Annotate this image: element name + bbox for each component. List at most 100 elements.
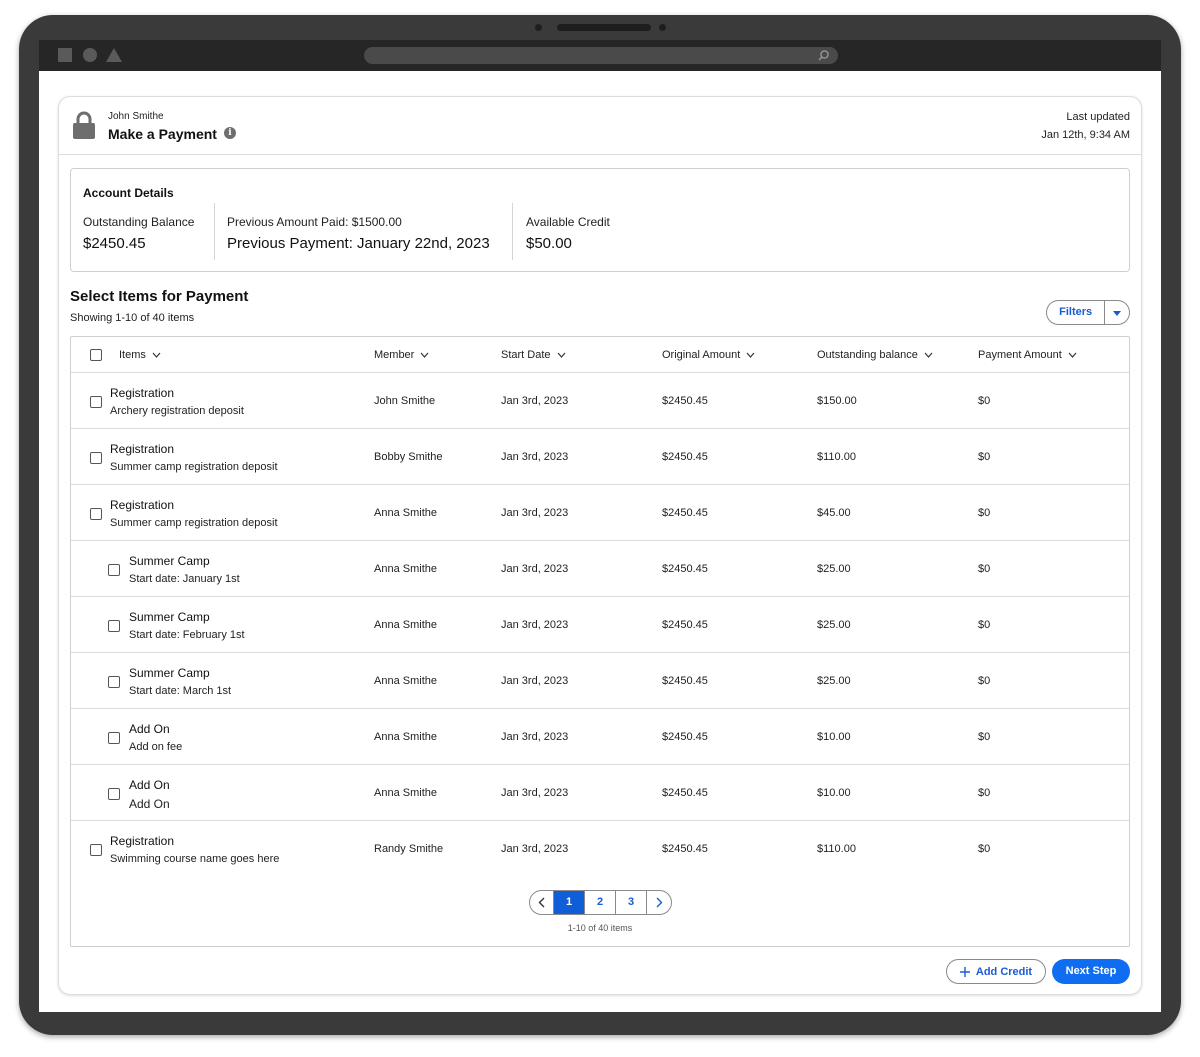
- next-page-button[interactable]: [647, 891, 671, 914]
- table-row[interactable]: Summer Camp Start date: March 1st Anna S…: [71, 653, 1129, 709]
- table-row[interactable]: Add On Add On Anna Smithe Jan 3rd, 2023 …: [71, 765, 1129, 821]
- original-amount-cell: $2450.45: [662, 731, 708, 743]
- table-row[interactable]: Add On Add on fee Anna Smithe Jan 3rd, 2…: [71, 709, 1129, 765]
- row-checkbox[interactable]: [108, 620, 120, 632]
- available-credit-value: $50.00: [526, 235, 572, 252]
- camera-dot: [535, 24, 542, 31]
- prev-page-button[interactable]: [530, 891, 554, 914]
- member-cell: Anna Smithe: [374, 507, 437, 519]
- original-amount-cell: $2450.45: [662, 563, 708, 575]
- search-icon[interactable]: [817, 49, 830, 62]
- original-amount-cell: $2450.45: [662, 619, 708, 631]
- table-row[interactable]: Registration Summer camp registration de…: [71, 429, 1129, 485]
- item-title: Registration: [110, 386, 175, 400]
- add-credit-button[interactable]: Add Credit: [946, 959, 1046, 984]
- payment-amount-cell[interactable]: $0: [978, 731, 990, 743]
- column-header-label: Original Amount: [662, 349, 741, 361]
- outstanding-balance-label: Outstanding Balance: [83, 215, 195, 229]
- item-title: Summer Camp: [129, 610, 210, 624]
- divider: [512, 203, 513, 260]
- member-cell: Anna Smithe: [374, 675, 437, 687]
- payment-amount-cell[interactable]: $0: [978, 507, 990, 519]
- item-description: Swimming course name goes here: [110, 853, 280, 865]
- column-header-original-amount[interactable]: Original Amount: [662, 349, 755, 361]
- lock-icon: [73, 111, 95, 139]
- payment-amount-cell[interactable]: $0: [978, 451, 990, 463]
- divider: [214, 203, 215, 260]
- next-step-button[interactable]: Next Step: [1052, 959, 1130, 984]
- start-date-cell: Jan 3rd, 2023: [501, 507, 569, 519]
- original-amount-cell: $2450.45: [662, 843, 708, 855]
- row-checkbox[interactable]: [90, 508, 102, 520]
- payment-amount-cell[interactable]: $0: [978, 675, 990, 687]
- row-checkbox[interactable]: [108, 564, 120, 576]
- column-header-items[interactable]: Items: [119, 349, 161, 361]
- original-amount-cell: $2450.45: [662, 787, 708, 799]
- row-checkbox[interactable]: [90, 844, 102, 856]
- column-header-outstanding-balance[interactable]: Outstanding balance: [817, 349, 933, 361]
- outstanding-balance: Outstanding Balance $2450.45: [83, 215, 194, 252]
- item-title: Summer Camp: [129, 554, 210, 568]
- table-row[interactable]: Summer Camp Start date: February 1st Ann…: [71, 597, 1129, 653]
- section-title: Select Items for Payment: [70, 288, 249, 305]
- start-date-cell: Jan 3rd, 2023: [501, 619, 569, 631]
- outstanding-balance-cell: $45.00: [817, 507, 851, 519]
- item-description: Start date: February 1st: [129, 629, 245, 641]
- page-button-3[interactable]: 3: [616, 891, 647, 914]
- page-button-2[interactable]: 2: [585, 891, 616, 914]
- chevron-down-icon: [420, 352, 429, 358]
- browser-toolbar: [39, 40, 1161, 71]
- select-all-checkbox[interactable]: [90, 349, 102, 361]
- info-icon[interactable]: i: [224, 127, 236, 139]
- square-icon[interactable]: [58, 48, 72, 62]
- payment-amount-cell[interactable]: $0: [978, 563, 990, 575]
- payment-amount-cell[interactable]: $0: [978, 619, 990, 631]
- column-header-payment-amount[interactable]: Payment Amount: [978, 349, 1077, 361]
- pagination: 1 2 3: [529, 890, 672, 915]
- row-checkbox[interactable]: [90, 452, 102, 464]
- item-title: Add On: [129, 778, 170, 792]
- previous-amount-label: Previous Amount Paid: $1500.00: [227, 215, 402, 229]
- original-amount-cell: $2450.45: [662, 451, 708, 463]
- outstanding-balance-cell: $10.00: [817, 787, 851, 799]
- outstanding-balance-cell: $10.00: [817, 731, 851, 743]
- member-cell: Anna Smithe: [374, 787, 437, 799]
- circle-icon[interactable]: [83, 48, 97, 62]
- item-description: Add on fee: [129, 741, 183, 753]
- row-checkbox[interactable]: [108, 676, 120, 688]
- start-date-cell: Jan 3rd, 2023: [501, 395, 569, 407]
- member-cell: Anna Smithe: [374, 563, 437, 575]
- triangle-icon[interactable]: [106, 48, 122, 62]
- url-bar[interactable]: [364, 47, 838, 64]
- outstanding-balance-cell: $110.00: [817, 843, 856, 855]
- item-description: Start date: January 1st: [129, 573, 240, 585]
- row-checkbox[interactable]: [108, 732, 120, 744]
- items-table: Items Member Start Date Original Amount: [70, 336, 1130, 947]
- start-date-cell: Jan 3rd, 2023: [501, 843, 569, 855]
- filters-label[interactable]: Filters: [1047, 301, 1106, 324]
- payment-amount-cell[interactable]: $0: [978, 395, 990, 407]
- account-details: Account Details Outstanding Balance $245…: [70, 168, 1130, 272]
- outstanding-balance-value: $2450.45: [83, 235, 146, 252]
- filters-button[interactable]: Filters: [1046, 300, 1130, 325]
- row-checkbox[interactable]: [108, 788, 120, 800]
- available-credit-label: Available Credit: [526, 215, 610, 229]
- column-header-start-date[interactable]: Start Date: [501, 349, 566, 361]
- chevron-down-icon: [152, 352, 161, 358]
- table-row[interactable]: Registration Summer camp registration de…: [71, 485, 1129, 541]
- page-button-1[interactable]: 1: [554, 891, 585, 914]
- payment-amount-cell[interactable]: $0: [978, 843, 990, 855]
- item-description: Start date: March 1st: [129, 685, 232, 697]
- original-amount-cell: $2450.45: [662, 395, 708, 407]
- table-row[interactable]: Summer Camp Start date: January 1st Anna…: [71, 541, 1129, 597]
- table-row[interactable]: Registration Swimming course name goes h…: [71, 821, 1129, 877]
- filters-dropdown[interactable]: [1105, 304, 1129, 322]
- column-header-member[interactable]: Member: [374, 349, 429, 361]
- payment-amount-cell[interactable]: $0: [978, 787, 990, 799]
- table-row[interactable]: Registration Archery registration deposi…: [71, 373, 1129, 429]
- row-checkbox[interactable]: [90, 396, 102, 408]
- outstanding-balance-cell: $110.00: [817, 451, 856, 463]
- card-header: John Smithe Make a Payment i Last update…: [59, 97, 1141, 155]
- start-date-cell: Jan 3rd, 2023: [501, 563, 569, 575]
- column-header-label: Items: [119, 349, 146, 361]
